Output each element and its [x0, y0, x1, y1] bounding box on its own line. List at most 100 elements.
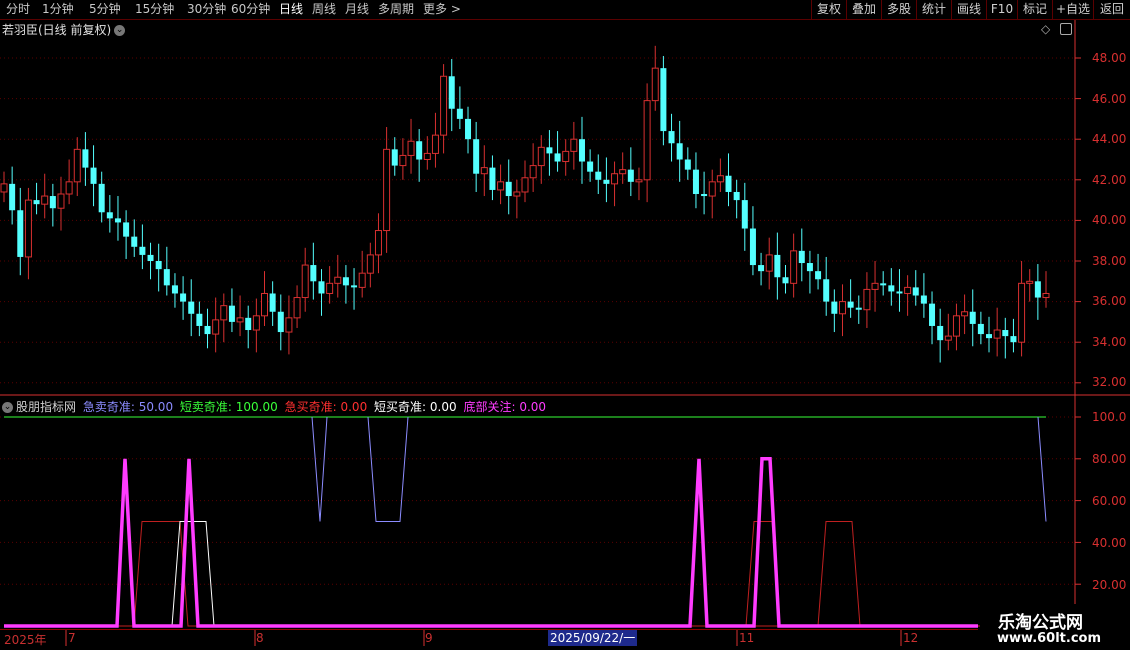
- series-bottom-watch: [4, 457, 978, 628]
- candle-down: [90, 167, 97, 184]
- candle-up: [562, 150, 570, 163]
- candle-up: [651, 67, 659, 102]
- kline-chart[interactable]: [0, 0, 1130, 650]
- candle-up: [529, 165, 537, 179]
- candle-up: [611, 173, 619, 185]
- candle-up: [73, 148, 81, 183]
- candle-down: [171, 285, 178, 294]
- candle-down: [188, 301, 195, 314]
- candle-down: [1034, 281, 1041, 298]
- series-fast-sell: [1037, 416, 1047, 522]
- candle-down: [806, 263, 813, 272]
- month-label: 7: [68, 631, 76, 645]
- candle-down: [310, 265, 317, 282]
- candle-up: [57, 193, 65, 209]
- candle-up: [212, 319, 220, 335]
- candle-down: [17, 210, 24, 257]
- candle-down: [929, 303, 936, 326]
- candle-up: [619, 169, 627, 175]
- candle-down: [245, 317, 252, 331]
- candle-up: [521, 177, 529, 193]
- series-fast-buy: [4, 521, 1046, 627]
- candle-up: [366, 254, 374, 274]
- candle-down: [391, 149, 398, 166]
- candle-down: [603, 179, 610, 184]
- watermark: 乐淘公式网 www.60lt.com: [980, 604, 1130, 650]
- candle-down: [342, 277, 349, 286]
- candle-down: [131, 236, 138, 247]
- series-fast-sell: [311, 416, 328, 522]
- candle-down: [49, 196, 56, 209]
- candle-down: [758, 265, 765, 272]
- candle-up: [961, 311, 969, 317]
- candle-down: [684, 159, 691, 170]
- candle-up: [904, 286, 912, 294]
- candle-down: [33, 200, 40, 205]
- candle-down: [196, 313, 203, 326]
- candle-up: [24, 199, 32, 258]
- candle-down: [554, 153, 561, 162]
- month-label: 8: [256, 631, 264, 645]
- candle-down: [9, 183, 16, 211]
- candle-down: [912, 287, 919, 296]
- candle-down: [920, 295, 927, 304]
- candle-up: [765, 254, 773, 272]
- candle-down: [668, 131, 675, 144]
- candle-down: [977, 323, 984, 335]
- candle-up: [252, 315, 260, 331]
- candle-down: [774, 254, 781, 278]
- watermark-title: 乐淘公式网: [998, 613, 1083, 633]
- candle-down: [473, 139, 480, 174]
- candle-up: [431, 134, 439, 154]
- candle-up: [293, 297, 301, 319]
- candle-down: [114, 218, 121, 223]
- candle-down: [1002, 330, 1009, 337]
- candle-up: [871, 282, 879, 290]
- candle-up: [708, 181, 716, 197]
- candle-down: [749, 228, 756, 266]
- month-label: 9: [425, 631, 433, 645]
- candle-up: [570, 138, 578, 152]
- candle-down: [147, 254, 154, 261]
- candle-up: [423, 152, 431, 161]
- candle-up: [838, 301, 846, 315]
- candle-down: [269, 293, 276, 312]
- candle-up: [440, 75, 448, 136]
- candle-down: [416, 141, 423, 160]
- candle-up: [334, 276, 342, 284]
- candle-down: [782, 277, 789, 284]
- candle-down: [98, 183, 105, 213]
- candle-up: [358, 272, 366, 288]
- candle-down: [587, 161, 594, 172]
- candle-down: [986, 334, 993, 339]
- candle-down: [823, 279, 830, 302]
- candle-down: [847, 301, 854, 308]
- candle-down: [228, 305, 235, 322]
- candle-down: [896, 291, 903, 294]
- candle-up: [716, 175, 724, 183]
- candle-down: [180, 293, 187, 302]
- candle-up: [236, 317, 244, 323]
- candle-down: [489, 167, 496, 190]
- candle-down: [465, 118, 472, 140]
- candle-down: [676, 143, 683, 160]
- candle-up: [944, 335, 952, 341]
- candle-down: [701, 194, 708, 197]
- month-label: 12: [903, 631, 919, 645]
- candle-down: [595, 171, 602, 180]
- candle-down: [546, 147, 553, 154]
- candle-up: [863, 288, 871, 311]
- candle-down: [855, 307, 862, 310]
- candle-up: [1026, 280, 1034, 284]
- candle-up: [326, 282, 334, 294]
- candle-down: [163, 269, 170, 286]
- candle-up: [1042, 292, 1050, 299]
- series-fast-sell: [367, 416, 409, 522]
- candle-up: [537, 146, 545, 167]
- candle-down: [505, 181, 512, 197]
- candle-down: [123, 222, 130, 237]
- candle-up: [790, 250, 798, 284]
- candle-down: [155, 261, 162, 270]
- candle-down: [725, 175, 732, 192]
- candle-down: [448, 76, 455, 109]
